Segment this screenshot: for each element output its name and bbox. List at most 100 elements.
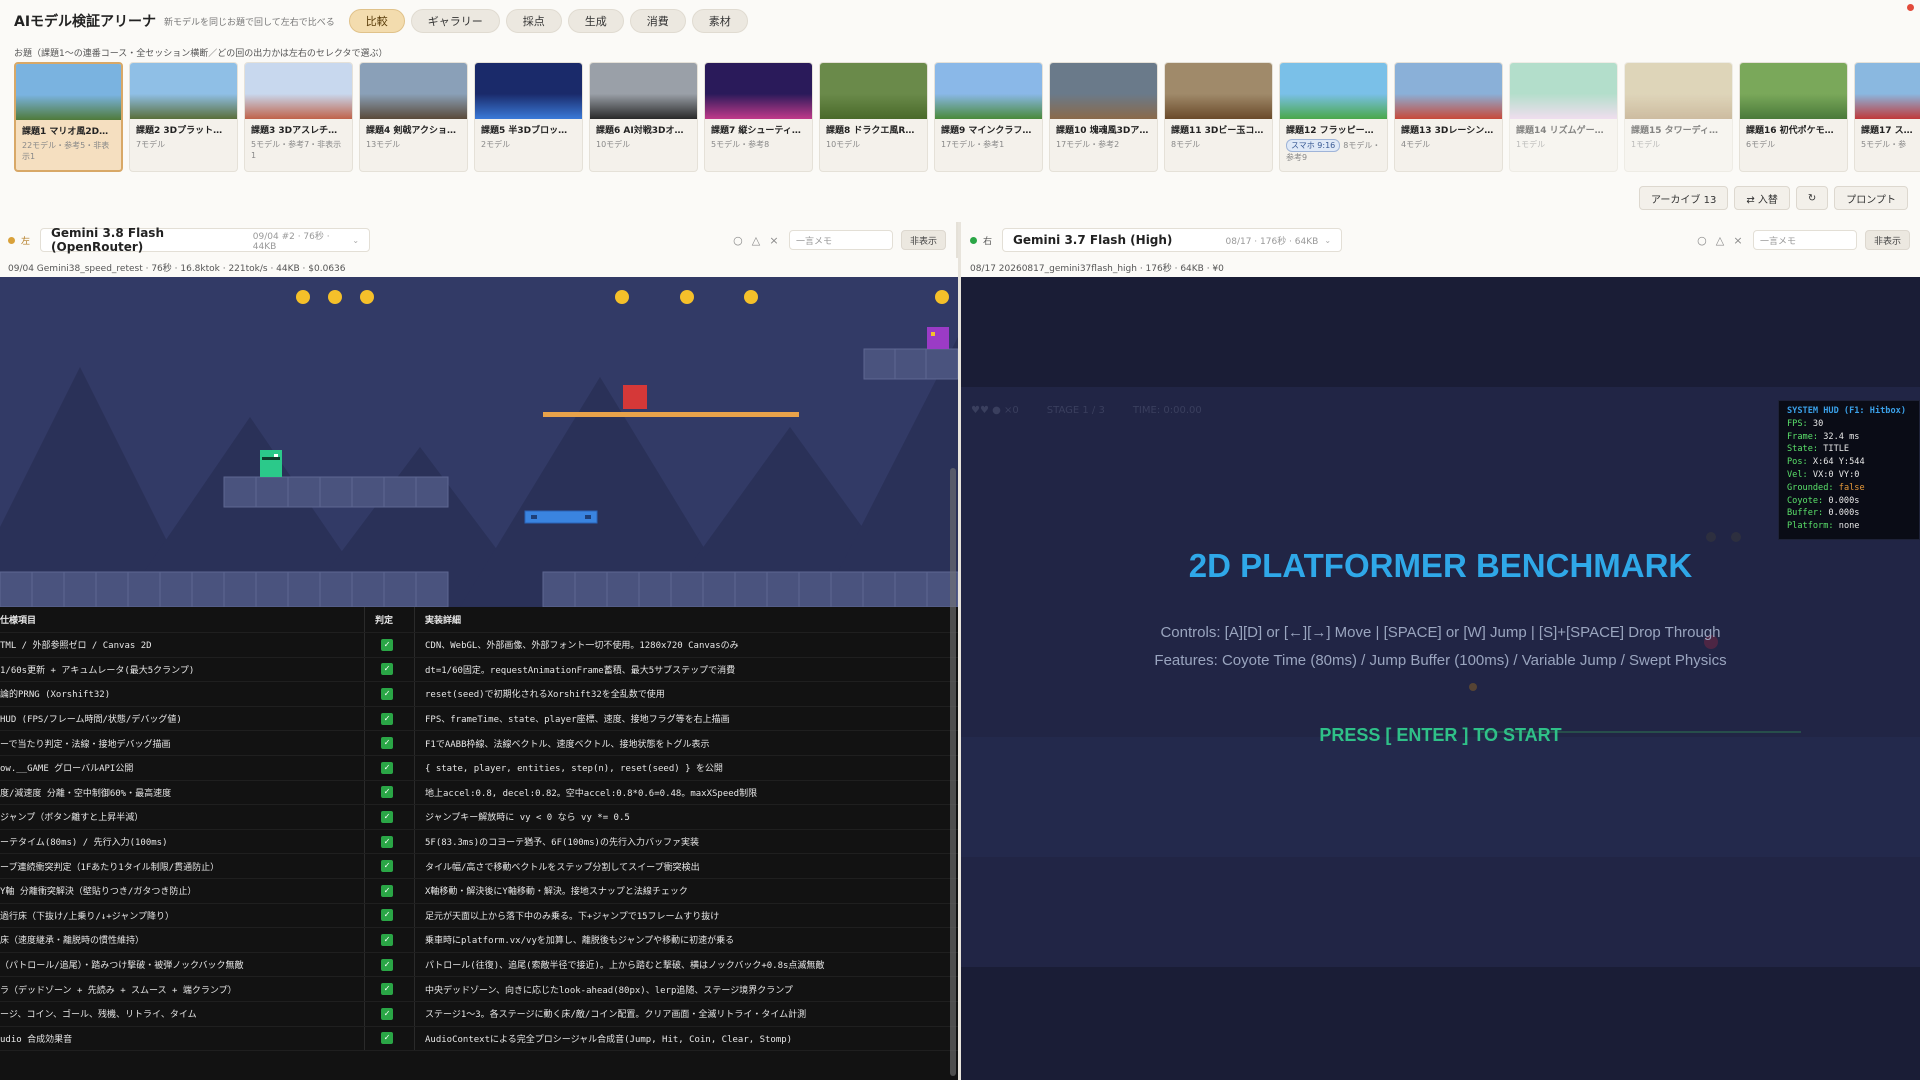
topic-meta: 13モデル [360,136,467,150]
stage-readout: STAGE 1 / 3 [1046,405,1105,416]
triangle-icon[interactable]: △ [747,231,765,249]
check-icon: ✓ [381,909,393,922]
topic-meta: 6モデル [1740,136,1847,150]
spec-item-cell: 過行床（下抜け/上乗り/↓+ジャンプ降り） [0,903,365,928]
verdict-cell: ✓ [365,977,415,1001]
game-title: 2D PLATFORMER BENCHMARK [1188,547,1693,584]
right-model-meta: 08/17 · 176秒 · 64KB [1225,236,1319,247]
circle-icon[interactable]: ○ [1693,231,1711,249]
topic-card[interactable]: 課題3 3Dアスレチ… 5モデル・参考7・非表示1 [244,62,353,172]
topic-card[interactable]: 課題10 塊魂風3Dア… 17モデル・参考2 [1049,62,1158,172]
archive-button[interactable]: アーカイブ 13 [1639,186,1729,210]
details-cell: タイル幅/高さで移動ベクトルをステップ分割してスイープ衝突検出 [425,862,700,873]
details-cell: FPS、frameTime、state、player座標、速度、接地フラグ等を右… [425,715,730,726]
details-cell: 足元が天面以上から落下中のみ乗る。下+ジャンプで15フレームすり抜け [425,911,720,922]
topic-thumbnail-image [590,63,697,119]
hud-key: Platform: [1787,521,1834,532]
tab-assets[interactable]: 素材 [691,9,748,33]
topic-card[interactable]: 課題13 3Dレーシン… 4モデル [1394,62,1503,172]
topic-title: 課題12 フラッピー… [1286,126,1374,136]
tab-gallery[interactable]: ギャラリー [410,9,500,33]
topic-card[interactable]: 課題8 ドラクエ風R… 10モデル [819,62,928,172]
topic-card[interactable]: 課題9 マインクラフ… 17モデル・参考1 [934,62,1043,172]
topic-card[interactable]: 課題11 3Dビー玉コ… 8モデル [1164,62,1273,172]
topic-card[interactable]: 課題7 縦シューティ… 5モデル・参考8 [704,62,813,172]
hud-line: Grounded: false [1787,482,1911,495]
left-hide-button[interactable]: 非表示 [900,230,946,250]
refresh-button[interactable]: ↻ [1795,186,1829,210]
check-icon: ✓ [381,884,393,897]
topic-card[interactable]: 課題4 剣戟アクショ… 13モデル [359,62,468,172]
hud-value: 0.000s [1828,495,1860,506]
details-cell: F1でAABB枠線、法線ベクトル、速度ベクトル、接地状態をトグル表示 [425,739,710,750]
hud-value: VX:0 VY:0 [1812,469,1860,480]
spec-item-cell: HUD (FPS/フレーム時間/状態/デバッグ値) [0,706,365,731]
right-memo-input[interactable]: 一言メモ [1752,230,1857,250]
triangle-icon[interactable]: △ [1711,231,1729,249]
left-game-canvas[interactable] [0,277,958,607]
prompt-button[interactable]: プロンプト [1834,186,1908,210]
tab-consumption[interactable]: 消費 [629,9,686,33]
topic-meta: 1モデル [1510,136,1617,150]
verdict-cell: ✓ [365,706,415,731]
hud-key: Grounded: [1787,482,1834,493]
topic-card[interactable]: 課題6 AI対戦3Dオ… 10モデル [589,62,698,172]
topic-card[interactable]: 課題1 マリオ風2D… 22モデル・参考5・非表示1 [14,62,123,172]
topic-card[interactable]: 課題2 3Dプラット… 7モデル [129,62,238,172]
tab-generate[interactable]: 生成 [567,9,624,33]
spec-item-cell: （パトロール/追尾）・踏みつけ撃破・被弾ノックバック無敵 [0,952,365,977]
spec-item-cell: 1/60s更新 + アキュムレータ(最大5クランプ) [0,657,365,682]
verdict-cell: ✓ [365,633,415,657]
table-row: ーテタイム(80ms) / 先行入力(100ms) ✓ 5F(83.3ms)のコヨー… [0,829,958,855]
topic-meta: 4モデル [1395,136,1502,150]
left-model-name: Gemini 3.8 Flash (OpenRouter) [51,226,164,254]
time-readout: TIME: 0:00.00 [1132,405,1202,416]
hud-value: 30 [1812,418,1824,429]
tab-compare[interactable]: 比較 [348,9,405,33]
topic-card[interactable]: 課題15 タワーディ… 1モデル [1624,62,1733,172]
topic-card[interactable]: 課題14 リズムゲー… 1モデル [1509,62,1618,172]
verdict-cell: ✓ [365,780,415,805]
right-panel-header: 右 Gemini 3.7 Flash (High) 08/17 · 176秒 ·… [960,222,1920,258]
table-row: TML / 外部参照ゼロ / Canvas 2D ✓ CDN、WebGL、外部画像、… [0,633,958,658]
swap-button[interactable]: ⇄ 入替 [1734,186,1790,210]
table-scrollbar[interactable] [950,468,956,1076]
topic-title: 課題16 初代ポケモ… [1746,126,1834,136]
topic-meta-text: 22モデル・参考5・非表示1 [22,141,110,161]
check-icon: ✓ [381,835,393,848]
right-hide-button[interactable]: 非表示 [1864,230,1910,250]
right-model-selector[interactable]: Gemini 3.7 Flash (High) 08/17 · 176秒 · 6… [1002,228,1343,252]
spec-table: 仕様項目 判定 実装詳細 TML / 外部参照ゼロ / Canvas 2D ✓ CD… [0,607,958,1080]
topic-meta: 7モデル [130,136,237,150]
table-row: 床（速度継承・離脱時の慣性維持） ✓ 乗車時にplatform.vx/vyを加算し、… [0,928,958,953]
close-icon[interactable]: × [1729,231,1747,249]
left-panel-header: 左 Gemini 3.8 Flash (OpenRouter) 09/04 #2… [0,222,958,258]
verdict-cell: ✓ [365,829,415,854]
check-icon: ✓ [381,810,393,823]
topic-thumbnail-image [1510,63,1617,119]
topic-meta-text: 6モデル [1746,140,1776,149]
verdict-cell: ✓ [365,1026,415,1051]
check-icon: ✓ [381,1032,393,1045]
tab-scoring[interactable]: 採点 [505,9,562,33]
topic-meta: 1モデル [1625,136,1732,150]
topic-meta: 10モデル [590,136,697,150]
topic-card[interactable]: 課題16 初代ポケモ… 6モデル [1739,62,1848,172]
left-memo-input[interactable]: 一言メモ [788,230,893,250]
check-icon: ✓ [381,983,393,996]
topic-card[interactable]: 課題12 フラッピー… スマホ 9:16 8モデル・参考9 [1279,62,1388,172]
hud-line: Platform: none [1787,520,1911,533]
left-model-selector[interactable]: Gemini 3.8 Flash (OpenRouter) 09/04 #2 ·… [40,226,371,254]
topic-card[interactable]: 課題5 半3Dブロッ… 2モデル [474,62,583,172]
check-icon: ✓ [381,786,393,799]
verdict-cell: ✓ [365,952,415,977]
left-run-info: 09/04 Gemini38_speed_retest · 76秒 · 16.8… [8,263,346,274]
controls-text: Controls: [A][D] or [←][→] Move | [SPACE… [1160,624,1721,641]
details-cell: 乗車時にplatform.vx/vyを加算し、離脱後もジャンプや移動に初速が乗る [425,936,735,947]
close-icon[interactable]: × [765,231,783,249]
right-game-canvas[interactable]: ♥♥ ● ×0 STAGE 1 / 3 TIME: 0:00.00 2D PLA… [961,277,1920,1080]
topic-card[interactable]: 課題17 ス… 5モデル・参 [1854,62,1920,172]
topic-meta: 17モデル・参考1 [935,136,1042,150]
spec-item-cell: 論的PRNG (Xorshift32) [0,682,365,706]
circle-icon[interactable]: ○ [729,231,747,249]
